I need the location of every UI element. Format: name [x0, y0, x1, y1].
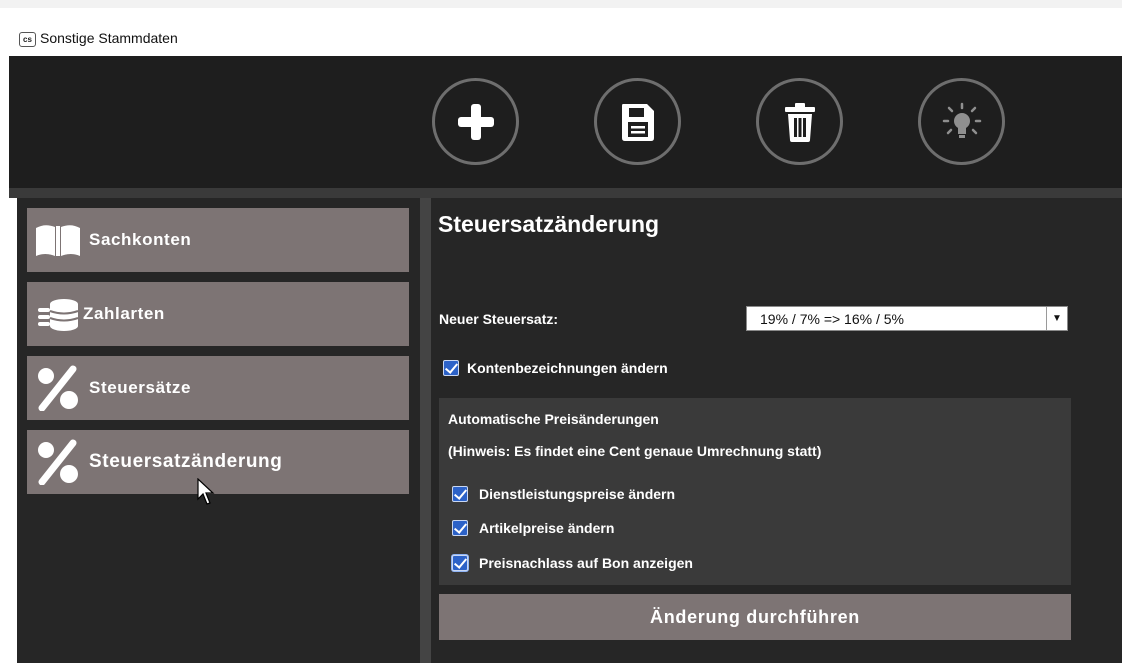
sidebar-item-label: Steuersätze — [89, 378, 192, 397]
tax-rate-select[interactable]: 19% / 7% => 16% / 5% ▼ — [746, 306, 1068, 331]
article-prices-checkbox[interactable] — [452, 520, 468, 536]
percent-icon — [27, 356, 89, 420]
article-prices-label[interactable]: Artikelpreise ändern — [479, 520, 614, 536]
floppy-disk-icon — [621, 103, 654, 141]
lightbulb-icon — [942, 102, 981, 138]
save-button[interactable] — [594, 78, 681, 165]
tax-rate-label: Neuer Steuersatz: — [439, 311, 559, 327]
show-discount-label[interactable]: Preisnachlass auf Bon anzeigen — [479, 555, 693, 571]
window-frame — [0, 56, 9, 663]
dropdown-arrow-icon[interactable]: ▼ — [1046, 307, 1067, 330]
price-changes-hint: (Hinweis: Es findet eine Cent genaue Umr… — [448, 443, 822, 459]
rename-accounts-label[interactable]: Kontenbezeichnungen ändern — [467, 360, 668, 376]
trash-icon — [784, 102, 815, 142]
delete-button[interactable] — [756, 78, 843, 165]
show-discount-checkbox[interactable] — [452, 555, 468, 571]
sidebar-item-label: Sachkonten — [89, 230, 192, 249]
apply-change-button[interactable]: Änderung durchführen — [439, 594, 1071, 640]
coins-icon — [27, 282, 89, 346]
sidebar-separator — [420, 198, 431, 663]
service-prices-label[interactable]: Dienstleistungspreise ändern — [479, 486, 675, 502]
book-icon — [27, 208, 89, 272]
tax-rate-select-value: 19% / 7% => 16% / 5% — [760, 311, 904, 327]
hint-button[interactable] — [918, 78, 1005, 165]
service-prices-checkbox[interactable] — [452, 486, 468, 502]
rename-accounts-checkbox[interactable] — [443, 360, 459, 376]
sidebar-item-zahlarten[interactable]: Zahlarten — [27, 282, 409, 346]
price-changes-title: Automatische Preisänderungen — [448, 411, 659, 427]
add-button[interactable] — [432, 78, 519, 165]
sidebar-item-sachkonten[interactable]: Sachkonten — [27, 208, 409, 272]
sidebar-item-label: Steuersatzänderung — [89, 451, 283, 472]
sidebar-item-steuersatzaenderung[interactable]: Steuersatzänderung — [27, 430, 409, 494]
toolbar-divider — [9, 188, 1122, 198]
percent-icon — [27, 430, 89, 494]
app-logo-icon: cs — [19, 32, 36, 47]
page-title: Steuersatzänderung — [438, 211, 660, 237]
sidebar-item-label: Zahlarten — [83, 304, 165, 323]
plus-icon — [457, 103, 494, 140]
window-title: Sonstige Stammdaten — [40, 30, 178, 46]
mouse-cursor-icon — [197, 478, 215, 505]
sidebar-item-steuersaetze[interactable]: Steuersätze — [27, 356, 409, 420]
title-bar: cs Sonstige Stammdaten — [0, 0, 1122, 56]
